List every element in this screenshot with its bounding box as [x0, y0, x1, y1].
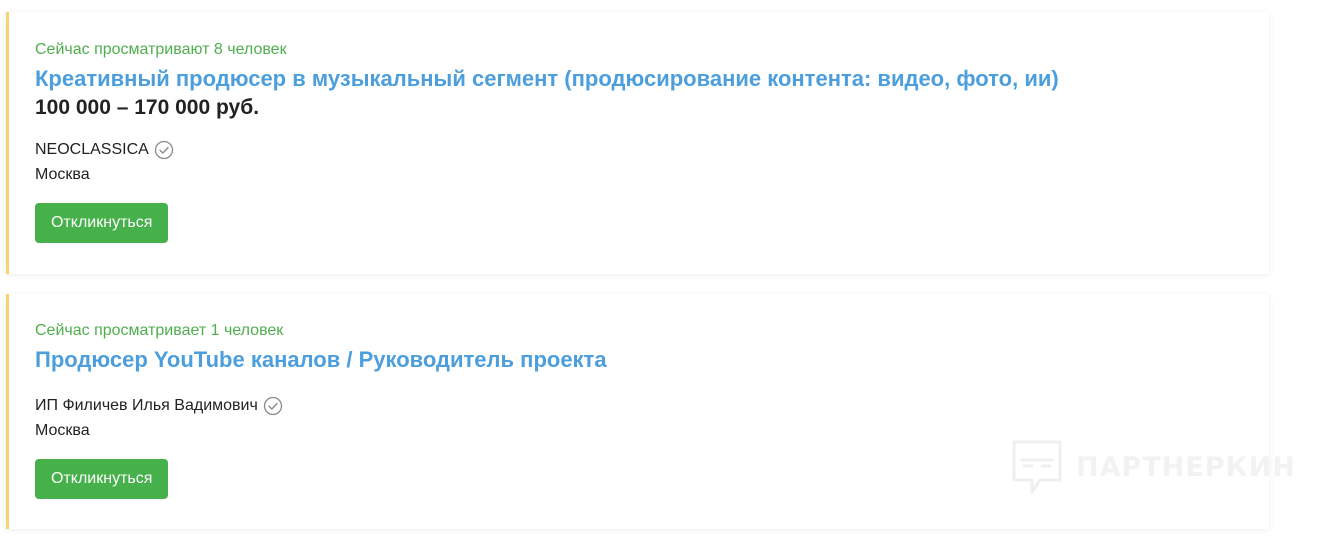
viewers-count: Сейчас просматривает 1 человек [35, 322, 284, 339]
vacancy-list: Сейчас просматривают 8 человек Креативны… [0, 0, 1324, 548]
watermark: ПАРТНЕРКИН [1010, 438, 1296, 496]
vacancy-city: Москва [35, 166, 90, 183]
company-row: NEOCLASSICA [35, 139, 1269, 161]
vacancy-salary: 100 000 – 170 000 руб. [35, 96, 260, 119]
vacancy-card: Сейчас просматривают 8 человек Креативны… [6, 12, 1269, 274]
apply-button[interactable]: Откликнуться [35, 203, 169, 243]
chat-bubble-logo-icon [1012, 440, 1062, 494]
viewers-count: Сейчас просматривают 8 человек [35, 41, 287, 58]
vacancy-title-link[interactable]: Продюсер YouTube каналов / Руководитель … [35, 346, 607, 374]
company-row: ИП Филичев Илья Вадимович [35, 395, 1269, 417]
check-circle-icon [263, 396, 282, 416]
vacancy-title-link[interactable]: Креативный продюсер в музыкальный сегмен… [35, 65, 1059, 93]
apply-button[interactable]: Откликнуться [35, 459, 169, 499]
company-name: NEOCLASSICA [35, 141, 149, 158]
company-name: ИП Филичев Илья Вадимович [35, 397, 258, 414]
watermark-text: ПАРТНЕРКИН [1076, 451, 1296, 483]
check-circle-icon [154, 140, 173, 160]
